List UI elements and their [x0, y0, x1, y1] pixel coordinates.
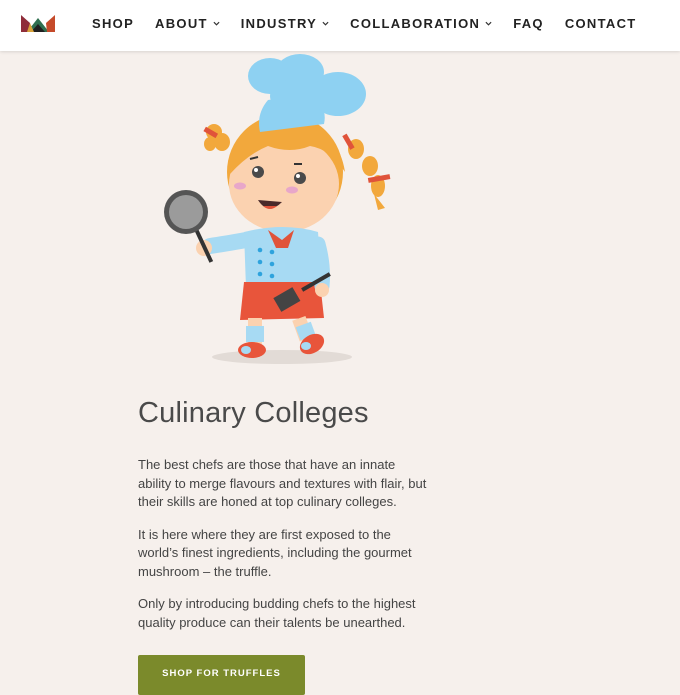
nav-contact[interactable]: CONTACT — [565, 16, 637, 31]
nav-shop[interactable]: SHOP — [92, 16, 134, 31]
nav-industry-label: INDUSTRY — [240, 16, 318, 31]
nav-about[interactable]: ABOUT — [155, 16, 220, 31]
page-title: Culinary Colleges — [138, 397, 369, 429]
nav-faq[interactable]: FAQ — [513, 16, 544, 31]
nav-about-label: ABOUT — [155, 16, 208, 31]
main-content: Culinary Colleges The best chefs are tho… — [138, 396, 428, 646]
nav-collaboration-label: COLLABORATION — [350, 16, 481, 31]
main-nav: SHOP ABOUT INDUSTRY COLLABORATION FAQ CO… — [92, 16, 658, 31]
chevron-down-icon — [213, 21, 220, 26]
shop-for-truffles-button[interactable]: SHOP FOR TRUFFLES — [138, 655, 305, 695]
paragraph-produce: Only by introducing budding chefs to the… — [138, 596, 416, 630]
nav-contact-label: CONTACT — [564, 16, 637, 31]
nav-collaboration[interactable]: COLLABORATION — [350, 16, 492, 31]
nav-industry[interactable]: INDUSTRY — [241, 16, 329, 31]
crown-logo-icon[interactable] — [21, 14, 55, 32]
chevron-down-icon — [322, 21, 329, 26]
paragraph-intro: The best chefs are those that have an in… — [138, 457, 427, 509]
site-header: SHOP ABOUT INDUSTRY COLLABORATION FAQ CO… — [0, 0, 680, 51]
girl-chef-illustration — [164, 54, 391, 364]
nav-shop-label: SHOP — [92, 16, 135, 31]
nav-faq-label: FAQ — [513, 16, 544, 31]
paragraph-exposure: It is here where they are first exposed … — [138, 526, 412, 579]
chevron-down-icon — [485, 21, 492, 26]
